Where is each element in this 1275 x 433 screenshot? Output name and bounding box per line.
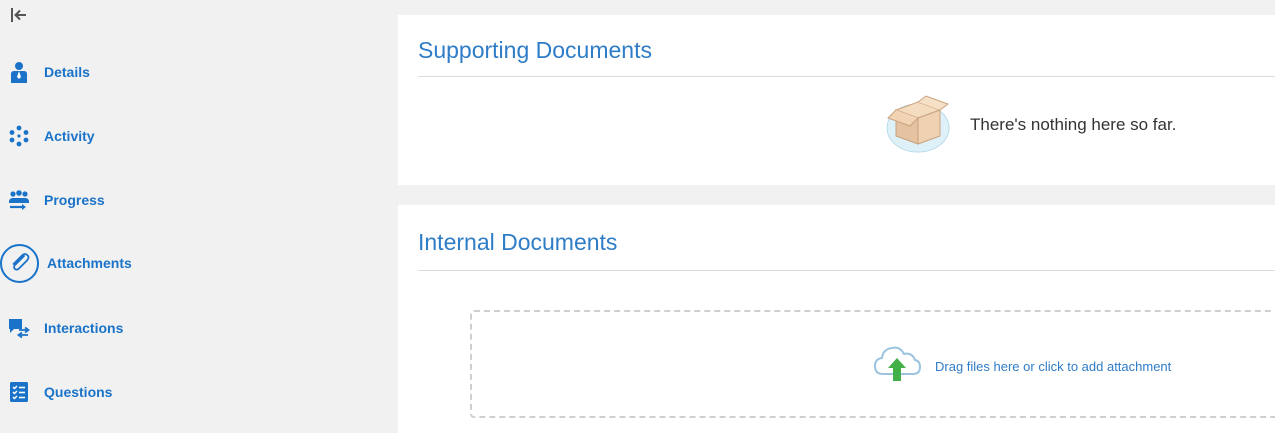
sidebar-item-label: Progress bbox=[44, 192, 105, 208]
checklist-icon bbox=[7, 380, 31, 404]
sidebar-item-progress[interactable]: Progress bbox=[0, 178, 380, 222]
empty-state: There's nothing here so far. bbox=[884, 92, 1224, 160]
team-progress-icon bbox=[7, 188, 31, 212]
sidebar-item-questions[interactable]: Questions bbox=[0, 370, 380, 414]
internal-documents-title: Internal Documents bbox=[418, 229, 618, 255]
activity-circle-icon bbox=[7, 124, 31, 148]
sidebar-item-label: Attachments bbox=[47, 255, 132, 271]
sidebar-item-attachments[interactable]: Attachments bbox=[0, 241, 380, 285]
sidebar: Details Activity Progress Attachments In… bbox=[0, 0, 398, 433]
sidebar-item-label: Details bbox=[44, 64, 90, 80]
empty-state-text: There's nothing here so far. bbox=[970, 115, 1177, 134]
dropzone-text: Drag files here or click to add attachme… bbox=[935, 359, 1172, 374]
person-icon bbox=[7, 60, 31, 84]
cloud-upload-icon bbox=[873, 346, 921, 381]
attachment-dropzone[interactable]: Drag files here or click to add attachme… bbox=[470, 310, 1275, 418]
collapse-sidebar-button[interactable] bbox=[9, 5, 29, 25]
sidebar-item-interactions[interactable]: Interactions bbox=[0, 306, 380, 350]
supporting-documents-panel: Supporting Documents There's nothing her… bbox=[398, 15, 1275, 185]
sidebar-item-label: Questions bbox=[44, 384, 113, 400]
sidebar-item-label: Interactions bbox=[44, 320, 124, 336]
supporting-documents-title: Supporting Documents bbox=[418, 37, 652, 63]
sidebar-item-details[interactable]: Details bbox=[0, 50, 380, 94]
divider bbox=[418, 76, 1275, 77]
empty-box-icon bbox=[886, 95, 950, 153]
chat-exchange-icon bbox=[7, 316, 31, 340]
paperclip-icon bbox=[0, 243, 39, 283]
collapse-left-icon bbox=[11, 8, 26, 22]
internal-documents-panel: Internal Documents Drag files here or cl… bbox=[398, 205, 1275, 433]
divider bbox=[418, 270, 1275, 271]
sidebar-item-activity[interactable]: Activity bbox=[0, 114, 380, 158]
sidebar-item-label: Activity bbox=[44, 128, 95, 144]
